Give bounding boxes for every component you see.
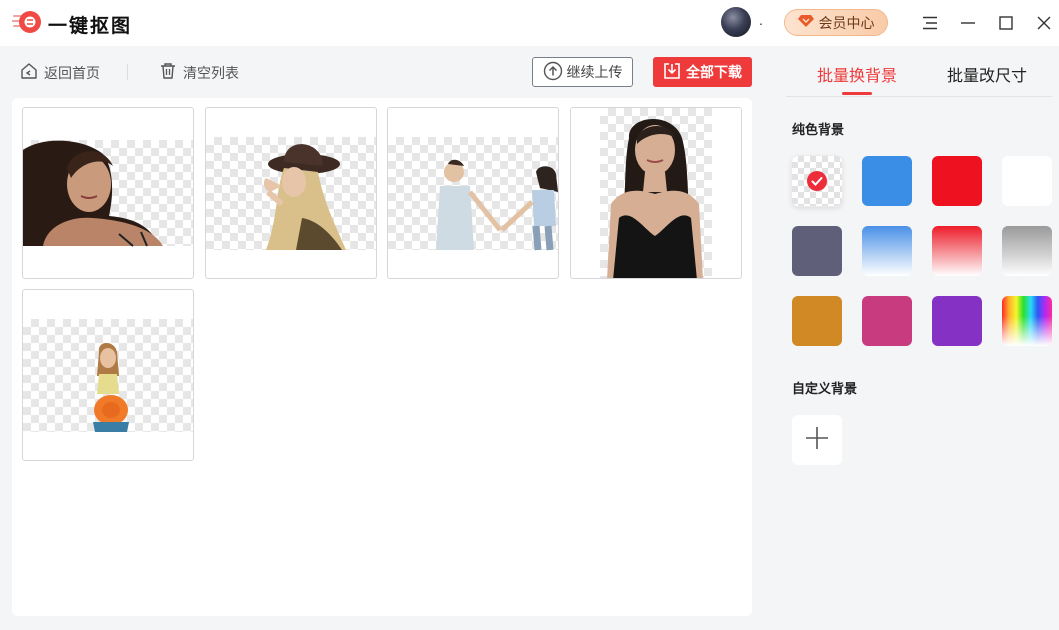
- right-panel: 批量换背景 批量改尺寸 纯色背景 自定义背景: [772, 46, 1059, 630]
- image-grid: [12, 98, 752, 616]
- custom-background-title: 自定义背景: [792, 381, 858, 396]
- back-home-label: 返回首页: [44, 64, 100, 81]
- swatch-slate[interactable]: [792, 226, 842, 276]
- person-cutout-5: [93, 343, 129, 432]
- close-icon[interactable]: [1031, 10, 1057, 36]
- swatch-pink[interactable]: [862, 296, 912, 346]
- swatch-white[interactable]: [1002, 156, 1052, 206]
- app-name: 一键抠图: [48, 16, 133, 37]
- swatch-red[interactable]: [932, 156, 982, 206]
- swatch-blue-gradient[interactable]: [862, 226, 912, 276]
- clear-list-button[interactable]: 清空列表: [159, 62, 239, 83]
- menu-icon[interactable]: [917, 10, 943, 36]
- trash-icon: [159, 62, 177, 83]
- download-icon: [663, 62, 681, 83]
- image-thumbnail-5[interactable]: [22, 289, 194, 461]
- swatch-rainbow[interactable]: [1002, 296, 1052, 346]
- image-thumbnail-1[interactable]: [22, 107, 194, 279]
- username: .: [759, 12, 763, 28]
- title-bar: 一键抠图 . 会员中心: [0, 0, 1059, 46]
- swatch-purple[interactable]: [932, 296, 982, 346]
- person-cutout-1: [23, 140, 163, 247]
- diamond-icon: [797, 14, 814, 31]
- upload-icon: [543, 61, 563, 84]
- person-cutout-4: [607, 119, 703, 278]
- main-area: 返回首页 清空列表 继续上传 全部下载: [0, 46, 772, 630]
- vip-center-button[interactable]: 会员中心: [784, 9, 888, 36]
- solid-background-title: 纯色背景: [792, 122, 845, 137]
- person-cutout-3: [436, 159, 558, 251]
- vip-center-label: 会员中心: [818, 14, 875, 31]
- add-custom-background-button[interactable]: [792, 415, 842, 465]
- swatch-orange[interactable]: [792, 296, 842, 346]
- download-all-label: 全部下载: [686, 64, 742, 80]
- tab-divider: [786, 96, 1052, 97]
- download-all-button[interactable]: 全部下载: [653, 57, 752, 87]
- scissors-logo-icon: [11, 9, 42, 35]
- person-cutout-2: [263, 144, 346, 250]
- tab-batch-resize[interactable]: 批量改尺寸: [947, 62, 1027, 86]
- swatch-blue[interactable]: [862, 156, 912, 206]
- tab-batch-background[interactable]: 批量换背景: [817, 62, 897, 86]
- minimize-icon[interactable]: [955, 10, 981, 36]
- plus-icon: [804, 425, 830, 456]
- home-back-icon: [20, 62, 38, 83]
- toolbar-divider: [127, 64, 128, 80]
- avatar[interactable]: [721, 7, 751, 37]
- continue-upload-label: 继续上传: [566, 64, 623, 80]
- image-thumbnail-2[interactable]: [205, 107, 377, 279]
- clear-list-label: 清空列表: [183, 64, 239, 81]
- image-thumbnail-3[interactable]: [387, 107, 559, 279]
- back-home-button[interactable]: 返回首页: [20, 62, 100, 83]
- maximize-icon[interactable]: [993, 10, 1019, 36]
- continue-upload-button[interactable]: 继续上传: [532, 57, 633, 87]
- image-thumbnail-4[interactable]: [570, 107, 742, 279]
- active-tab-indicator: [842, 92, 872, 95]
- swatch-gray-gradient[interactable]: [1002, 226, 1052, 276]
- swatch-red-gradient[interactable]: [932, 226, 982, 276]
- check-icon: [807, 171, 827, 196]
- swatch-transparent[interactable]: [792, 156, 842, 206]
